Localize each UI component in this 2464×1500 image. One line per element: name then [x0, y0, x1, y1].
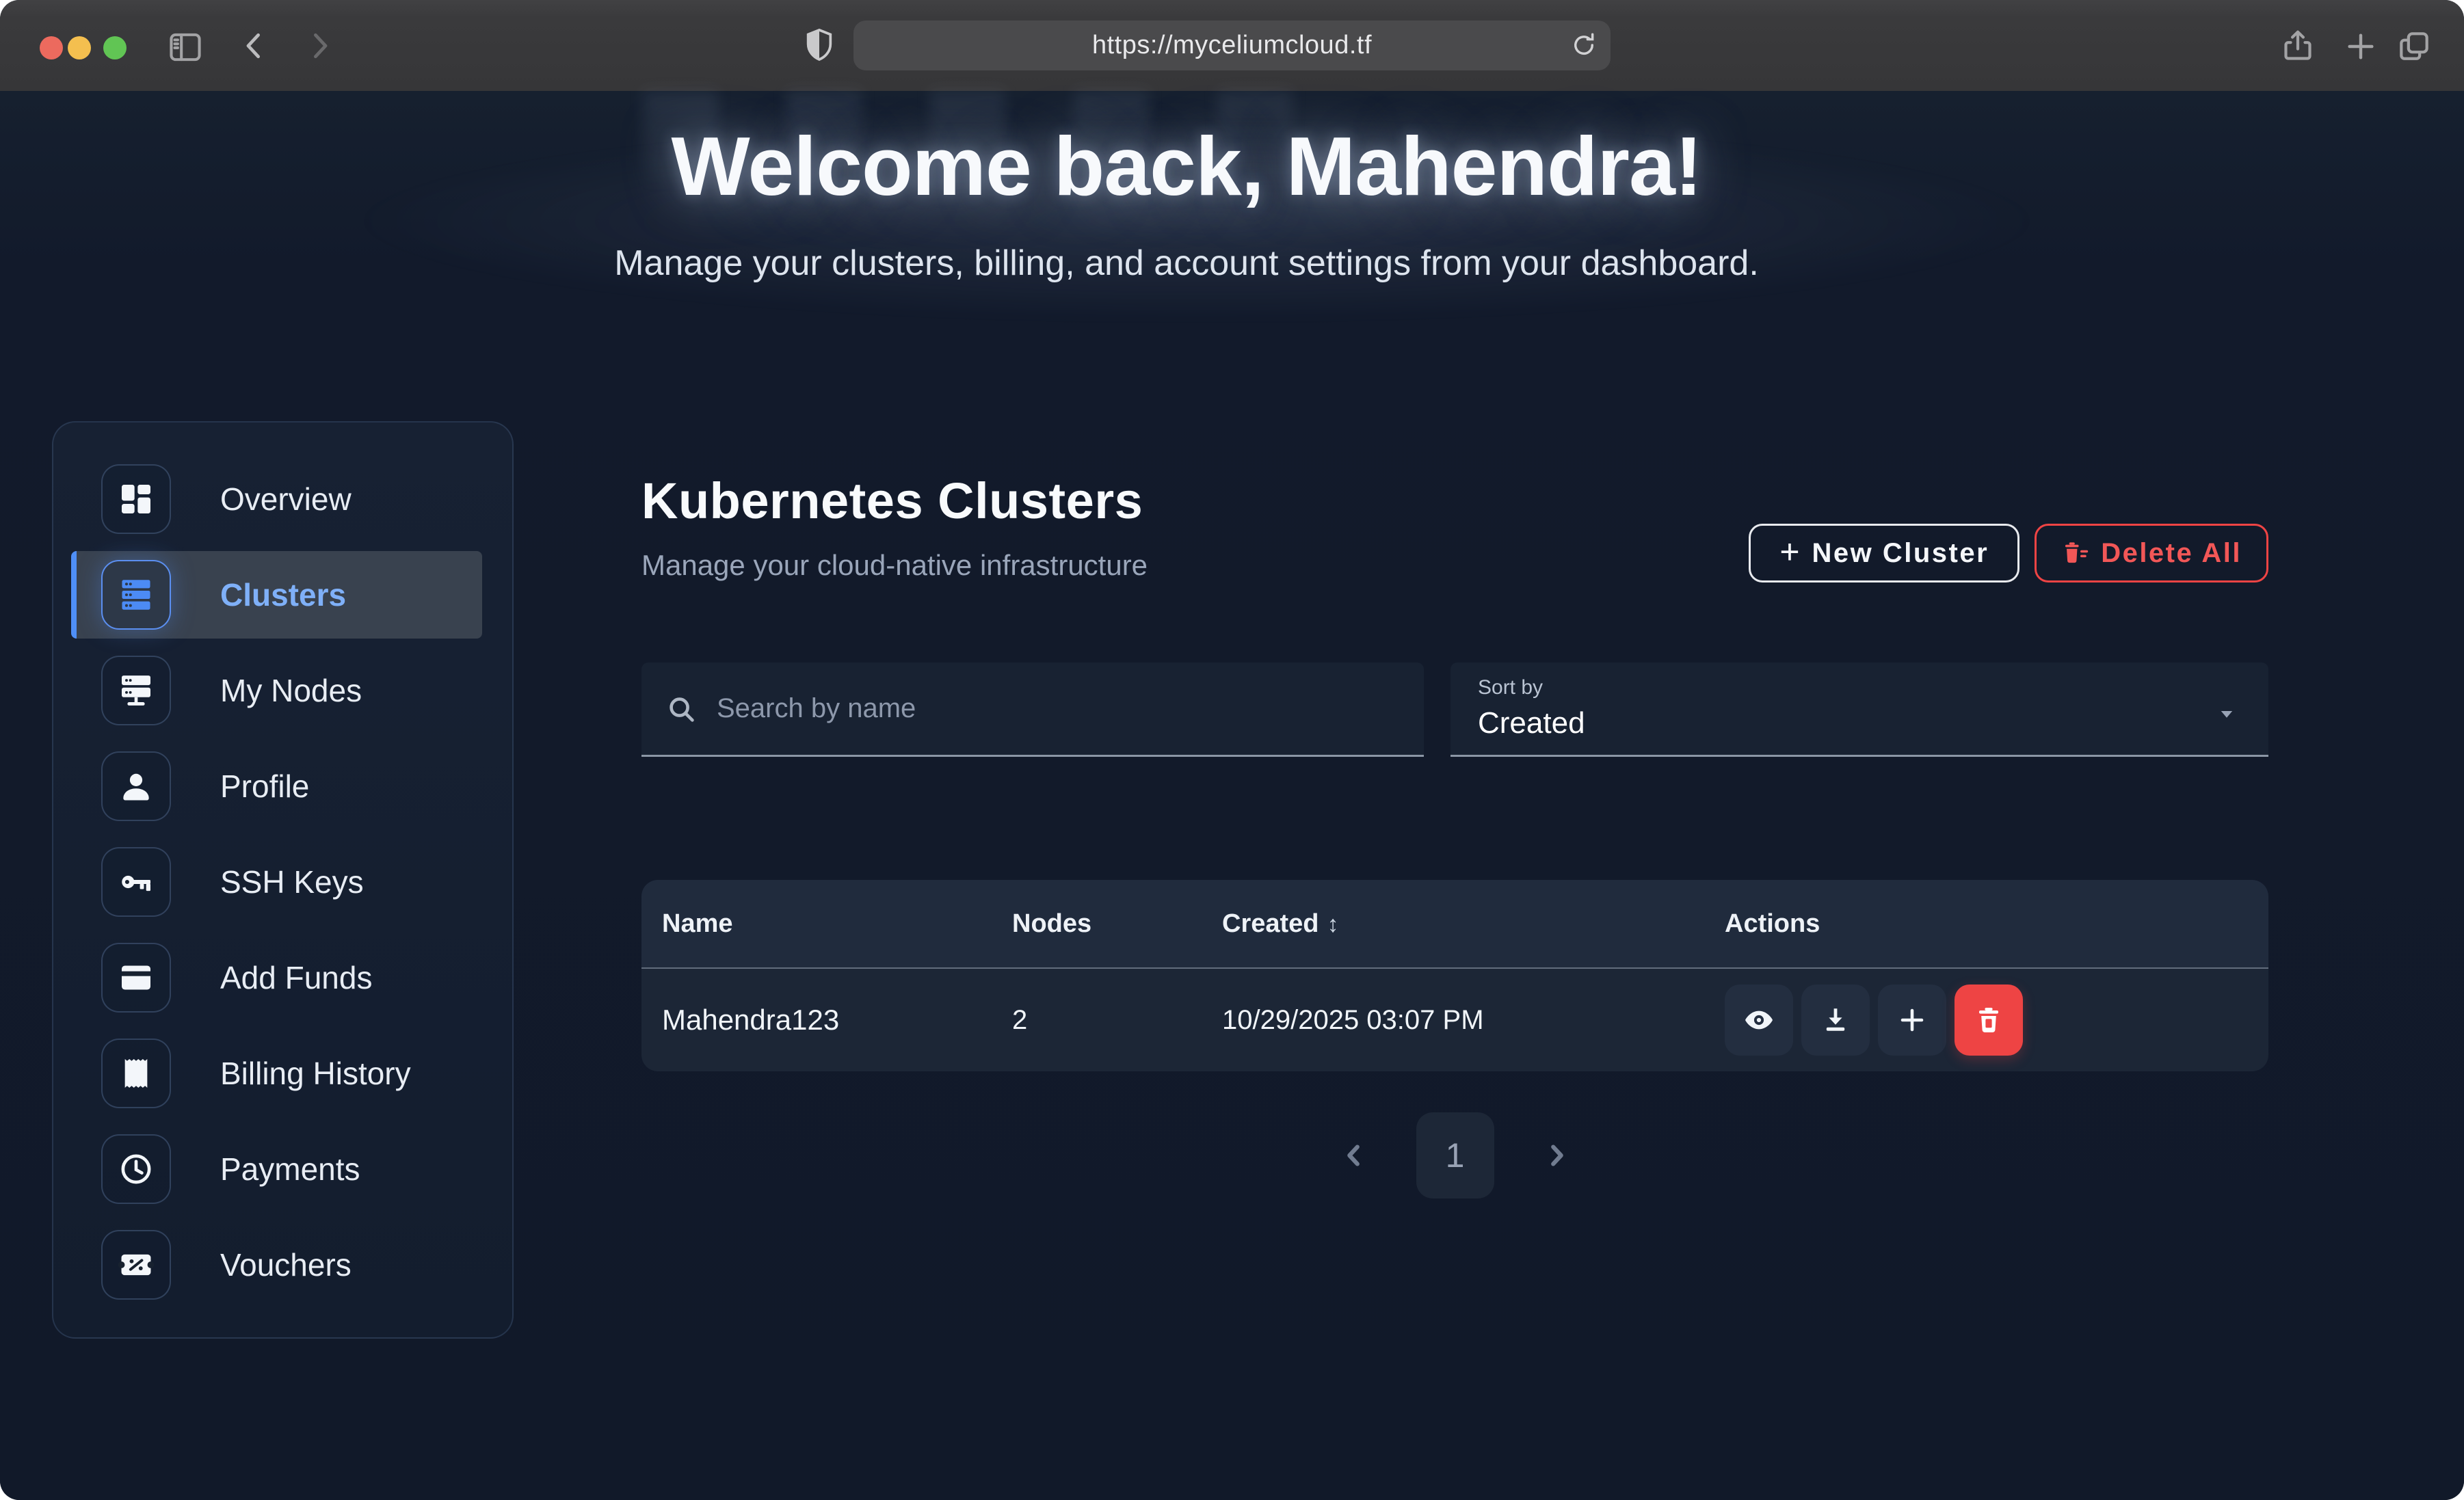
browser-window: https://myceliumcloud.tf	[0, 0, 2464, 1500]
clock-icon	[101, 1134, 171, 1204]
sidebar-toggle-icon[interactable]	[165, 27, 205, 67]
search-field	[641, 662, 1424, 757]
delete-cluster-button[interactable]	[1955, 985, 2023, 1056]
sidebar-item-ssh-keys[interactable]: SSH Keys	[71, 838, 482, 926]
clusters-table: Name Nodes Created↕ Actions Mahendra123 …	[641, 880, 2268, 1071]
sidebar-item-overview[interactable]: Overview	[71, 455, 482, 543]
sidebar-item-my-nodes[interactable]: My Nodes	[71, 647, 482, 734]
sidebar-item-label: Clusters	[220, 576, 346, 613]
sidebar-item-label: Add Funds	[220, 959, 372, 996]
receipt-icon	[101, 1039, 171, 1108]
address-bar[interactable]: https://myceliumcloud.tf	[853, 21, 1611, 70]
previous-page-button[interactable]	[1334, 1139, 1374, 1172]
zoom-window-button[interactable]	[103, 36, 127, 59]
download-icon	[1819, 1004, 1852, 1036]
forward-button[interactable]	[301, 27, 338, 64]
sidebar-item-label: Overview	[220, 481, 352, 518]
delete-all-label: Delete All	[2101, 538, 2242, 569]
sidebar-item-vouchers[interactable]: Vouchers	[71, 1221, 482, 1309]
cluster-created: 10/29/2025 03:07 PM	[1222, 1005, 1725, 1036]
tabs-overview-icon[interactable]	[2395, 27, 2433, 66]
page-number-button[interactable]: 1	[1416, 1112, 1494, 1198]
eye-icon	[1742, 1003, 1776, 1037]
browser-chrome: https://myceliumcloud.tf	[0, 0, 2464, 91]
search-input[interactable]	[715, 693, 1401, 725]
trash-icon	[1972, 1004, 2005, 1036]
hero-section: Welcome back, Mahendra! Manage your clus…	[0, 91, 2373, 284]
sidebar-item-payments[interactable]: Payments	[71, 1125, 482, 1213]
minimize-window-button[interactable]	[68, 36, 91, 59]
column-header-created[interactable]: Created↕	[1222, 909, 1725, 939]
search-icon	[665, 693, 698, 725]
column-header-name: Name	[662, 909, 1012, 939]
cluster-nodes: 2	[1012, 1005, 1222, 1036]
column-header-actions: Actions	[1725, 909, 2268, 939]
filters-row: Sort by Created	[641, 662, 2268, 757]
trash-sweep-icon	[2061, 539, 2090, 567]
plus-icon: +	[1779, 532, 1799, 572]
sidebar-item-label: SSH Keys	[220, 863, 364, 900]
welcome-heading: Welcome back, Mahendra!	[0, 118, 2373, 214]
table-header-row: Name Nodes Created↕ Actions	[641, 880, 2268, 967]
download-kubeconfig-button[interactable]	[1801, 985, 1870, 1056]
url-text: https://myceliumcloud.tf	[1092, 31, 1372, 60]
sort-select[interactable]: Sort by Created	[1450, 662, 2268, 757]
sidebar-item-profile[interactable]: Profile	[71, 742, 482, 830]
sidebar-item-add-funds[interactable]: Add Funds	[71, 934, 482, 1021]
close-window-button[interactable]	[40, 36, 63, 59]
pagination: 1	[641, 1112, 2268, 1198]
plus-icon	[1896, 1004, 1929, 1036]
row-actions	[1725, 985, 2268, 1056]
share-icon[interactable]	[2279, 27, 2317, 66]
sidebar-item-billing-history[interactable]: Billing History	[71, 1030, 482, 1117]
delete-all-button[interactable]: Delete All	[2035, 524, 2268, 582]
sort-updown-icon: ↕	[1327, 911, 1339, 937]
view-cluster-button[interactable]	[1725, 985, 1793, 1056]
page-content: Welcome back, Mahendra! Manage your clus…	[0, 91, 2464, 1500]
cluster-name: Mahendra123	[662, 1004, 1012, 1036]
key-icon	[101, 847, 171, 917]
header-actions: + New Cluster Delete All	[1749, 524, 2268, 582]
new-cluster-button[interactable]: + New Cluster	[1749, 524, 2019, 582]
sort-value: Created	[1478, 706, 2268, 740]
chevron-down-icon	[2214, 701, 2240, 727]
next-page-button[interactable]	[1537, 1139, 1576, 1172]
sidebar-item-label: Payments	[220, 1151, 360, 1188]
sidebar-item-label: Profile	[220, 768, 309, 805]
page-title: Kubernetes Clusters	[641, 472, 2268, 530]
credit-card-icon	[101, 943, 171, 1013]
privacy-shield-icon[interactable]	[800, 26, 838, 64]
sidebar-item-clusters[interactable]: Clusters	[71, 551, 482, 639]
server-stack-icon	[101, 560, 171, 630]
new-tab-icon[interactable]	[2342, 27, 2380, 66]
clusters-panel: Kubernetes Clusters Manage your cloud-na…	[641, 472, 2268, 1198]
add-node-button[interactable]	[1878, 985, 1946, 1056]
column-header-nodes: Nodes	[1012, 909, 1222, 939]
sidebar-item-label: Billing History	[220, 1055, 411, 1092]
person-icon	[101, 751, 171, 821]
sidebar: Overview Clusters	[52, 421, 514, 1339]
sidebar-item-label: Vouchers	[220, 1246, 352, 1283]
node-network-icon	[101, 656, 171, 725]
sidebar-item-label: My Nodes	[220, 672, 362, 709]
reload-icon[interactable]	[1568, 29, 1600, 61]
welcome-subtitle: Manage your clusters, billing, and accou…	[0, 243, 2373, 284]
dashboard-icon	[101, 464, 171, 534]
new-cluster-label: New Cluster	[1812, 538, 1989, 569]
back-button[interactable]	[236, 27, 273, 64]
ticket-percent-icon	[101, 1230, 171, 1300]
table-row: Mahendra123 2 10/29/2025 03:07 PM	[641, 967, 2268, 1071]
sort-label: Sort by	[1478, 676, 2268, 699]
